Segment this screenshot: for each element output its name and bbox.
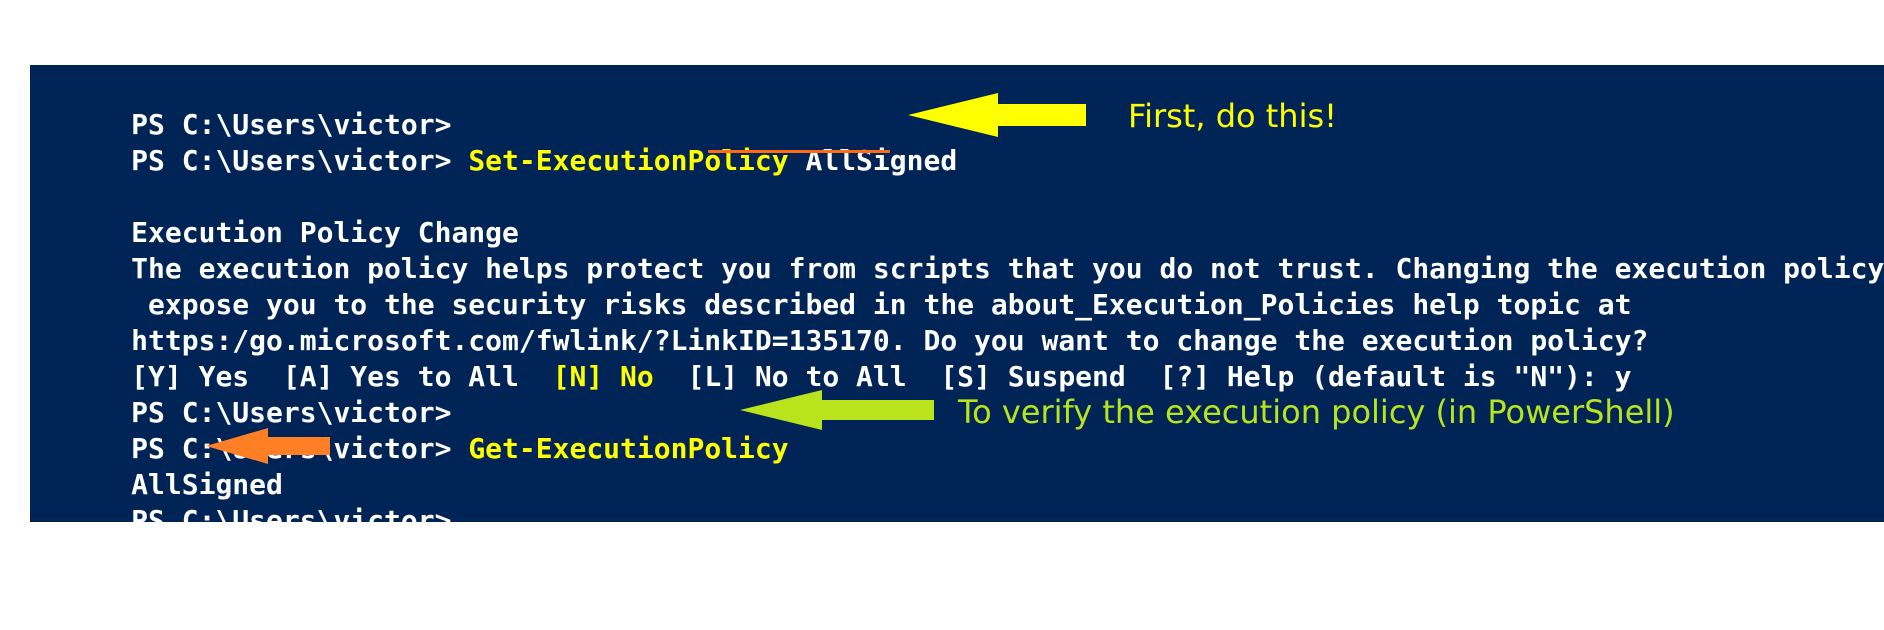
command-set-executionpolicy: Set-ExecutionPolicy xyxy=(468,144,789,177)
console-line-7: https:/go.microsoft.com/fwlink/?LinkID=1… xyxy=(30,287,1648,357)
argument-underline xyxy=(708,150,890,153)
command-argument: AllSigned xyxy=(788,144,958,177)
choice-options-rest: [L] No to All [S] Suspend [?] Help (defa… xyxy=(653,360,1632,393)
console-choice-line: [Y] Yes [A] Yes to All [N] No [L] No to … xyxy=(30,323,1631,393)
page: PS C:\Users\victor> PS C:\Users\victor> … xyxy=(0,0,1884,630)
orange-arrow-icon xyxy=(206,428,330,464)
annotation-verify: To verify the execution policy (in Power… xyxy=(958,393,1675,431)
green-arrow-icon xyxy=(740,390,934,430)
command-get-executionpolicy: Get-ExecutionPolicy xyxy=(468,432,789,465)
console-heading: Execution Policy Change xyxy=(30,179,519,249)
console-line-6: expose you to the security risks describ… xyxy=(30,251,1631,321)
prompt: PS C:\Users\victor> xyxy=(131,504,452,522)
console-line-1: PS C:\Users\victor> xyxy=(30,71,451,141)
console-line-2: PS C:\Users\victor> Set-ExecutionPolicy … xyxy=(30,107,957,177)
console-line-12: PS C:\Users\victor> xyxy=(30,467,451,522)
yellow-arrow-icon xyxy=(908,93,1086,137)
choice-default: [N] No xyxy=(552,360,654,393)
console-line-10: PS C:\Users\victor> Get-ExecutionPolicy xyxy=(30,395,788,465)
annotation-first: First, do this! xyxy=(1128,97,1337,135)
prompt: PS C:\Users\victor> xyxy=(131,144,469,177)
console-line-5: The execution policy helps protect you f… xyxy=(30,215,1884,285)
console-line-9: PS C:\Users\victor> xyxy=(30,359,451,429)
